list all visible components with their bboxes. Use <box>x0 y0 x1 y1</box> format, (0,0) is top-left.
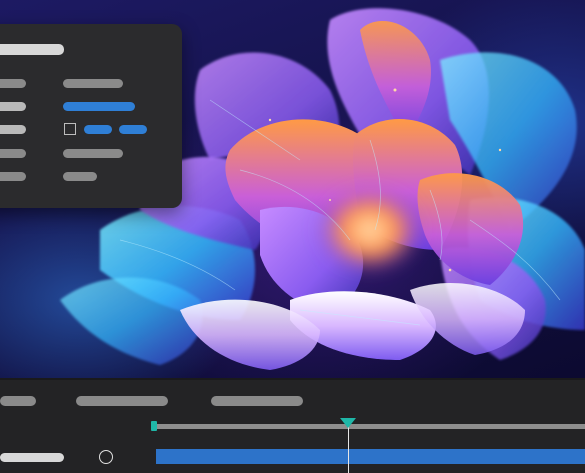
playhead-line[interactable] <box>348 424 349 473</box>
timeline-tab-1[interactable] <box>0 396 36 406</box>
property-label-1 <box>0 79 26 88</box>
editor-canvas <box>0 0 585 473</box>
property-label-3 <box>0 125 26 134</box>
playhead-marker-icon[interactable] <box>340 418 356 428</box>
property-label-2 <box>0 102 26 111</box>
property-checkbox[interactable] <box>64 123 76 135</box>
panel-title <box>0 44 64 55</box>
property-option-a[interactable] <box>84 125 112 134</box>
layer-name[interactable] <box>0 453 64 462</box>
timeline-divider <box>0 378 585 380</box>
property-value-2-slider[interactable] <box>63 102 135 111</box>
property-value-1[interactable] <box>63 79 123 88</box>
timeline-clip[interactable] <box>156 449 585 464</box>
property-option-b[interactable] <box>119 125 147 134</box>
timeline-track[interactable] <box>155 424 585 429</box>
properties-panel <box>0 24 182 208</box>
property-value-5[interactable] <box>63 172 97 181</box>
timeline-tab-2[interactable] <box>76 396 168 406</box>
property-label-4 <box>0 149 26 158</box>
timeline-tab-3[interactable] <box>211 396 303 406</box>
keyframe-toggle-icon[interactable] <box>99 450 113 464</box>
property-label-5 <box>0 172 26 181</box>
track-start-handle[interactable] <box>151 421 157 431</box>
property-value-4[interactable] <box>63 149 123 158</box>
